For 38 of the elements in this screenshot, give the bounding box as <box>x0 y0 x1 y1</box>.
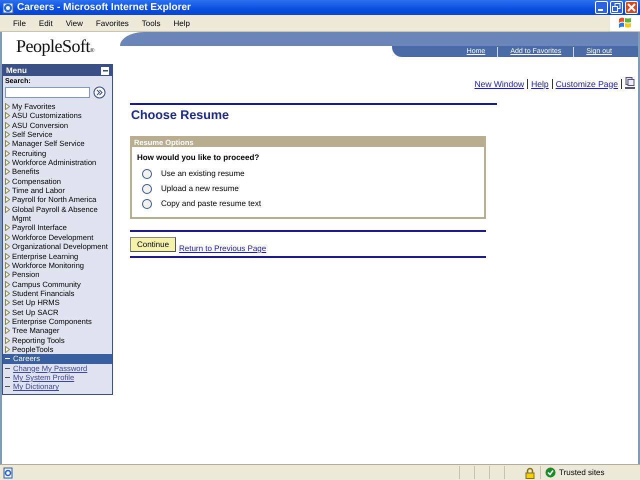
window-title: Careers - Microsoft Internet Explorer <box>17 2 192 13</box>
page-link[interactable]: Customize Page <box>556 78 618 88</box>
radio-label: Upload a new resume <box>161 184 239 193</box>
minimize-button[interactable] <box>595 1 608 14</box>
restore-button[interactable] <box>610 1 623 14</box>
collapse-icon[interactable] <box>101 66 109 74</box>
search-field[interactable] <box>5 87 90 98</box>
radio-button[interactable] <box>142 184 152 194</box>
menu-item[interactable]: Help <box>172 18 191 28</box>
return-link[interactable]: Return to Previous Page <box>179 244 266 253</box>
security-zone: Trusted sites <box>559 468 604 477</box>
radio-button[interactable] <box>142 168 152 178</box>
go-icon[interactable] <box>93 86 106 99</box>
page-link[interactable]: Help <box>531 78 549 88</box>
radio-button[interactable] <box>142 198 152 208</box>
dash-icon <box>5 357 10 360</box>
continue-button[interactable]: Continue <box>130 237 176 252</box>
browser-icon <box>2 2 14 14</box>
dash-icon <box>5 376 10 379</box>
menu-title: Menu <box>6 66 27 75</box>
page-link[interactable]: New Window <box>474 78 524 88</box>
question-text: How would you like to proceed? <box>137 153 260 162</box>
dash-icon <box>5 366 10 370</box>
radio-label: Use an existing resume <box>161 169 245 178</box>
close-button[interactable] <box>625 1 638 14</box>
lock-icon <box>525 466 535 478</box>
dash-icon <box>5 385 10 388</box>
radio-label: Copy and paste resume text <box>161 199 262 208</box>
menu-item[interactable]: View <box>64 18 84 28</box>
check-icon <box>545 467 556 478</box>
flag-logo-icon <box>610 15 640 31</box>
menu-item[interactable]: Edit <box>38 18 54 28</box>
menu-item[interactable]: Favorites <box>94 18 130 28</box>
menu-item[interactable]: Tools <box>140 18 162 28</box>
print-document-icon[interactable] <box>625 77 635 90</box>
menu-item[interactable]: File <box>12 18 27 28</box>
page-title: Choose Resume <box>131 108 230 122</box>
page-icon <box>2 466 14 478</box>
